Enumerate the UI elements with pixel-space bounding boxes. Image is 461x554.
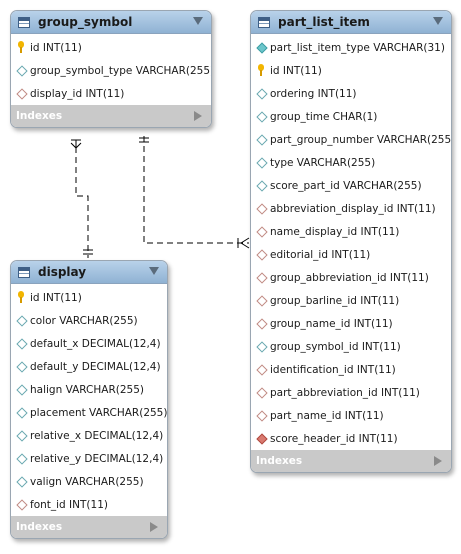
- crows-foot-many-marker: [70, 139, 82, 149]
- relationship-line[interactable]: [143, 136, 249, 244]
- group-symbol-display-relationship[interactable]: [70, 139, 93, 258]
- relationship-lines: [70, 136, 250, 258]
- group-symbol-part-list-item-relationship[interactable]: [139, 136, 250, 249]
- relationship-line[interactable]: [75, 147, 89, 258]
